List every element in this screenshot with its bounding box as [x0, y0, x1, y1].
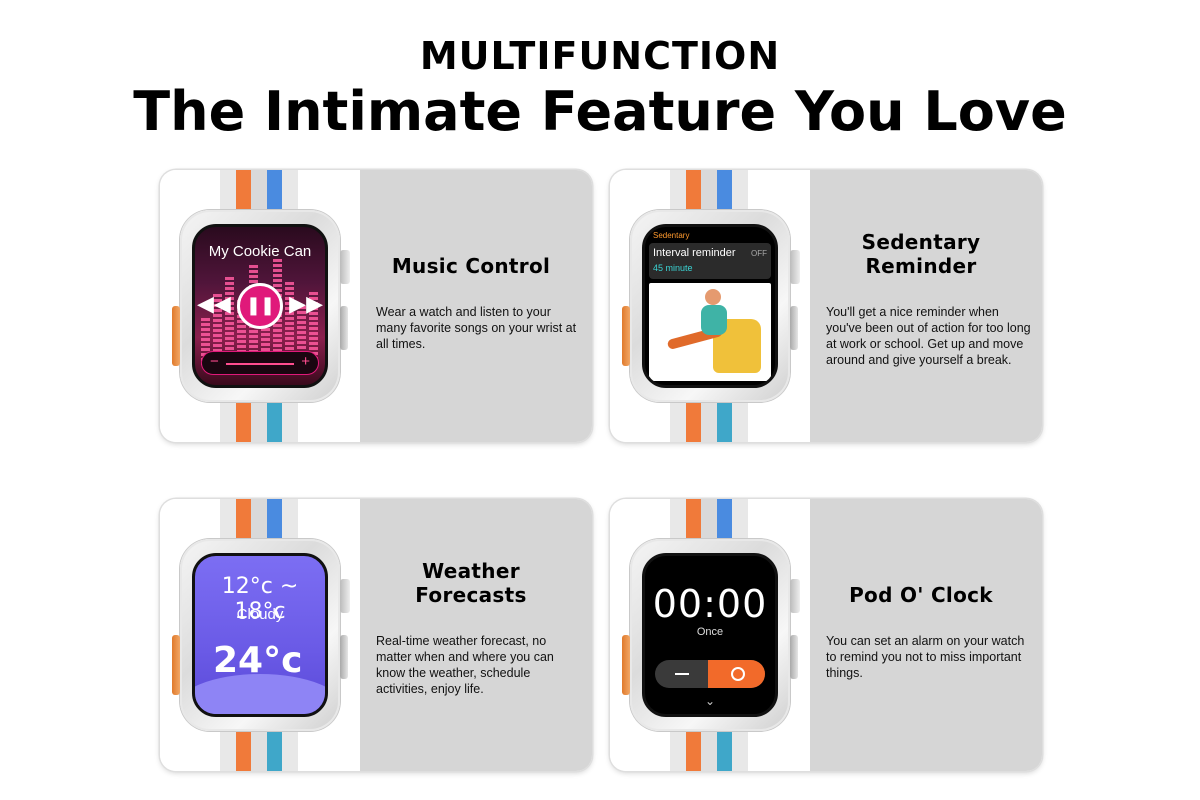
song-title: My Cookie Can [208, 243, 312, 260]
weather-condition: Cloudy [236, 606, 284, 623]
weather-screen: 12°c ~ 18°c Cloudy 24°c [192, 553, 328, 717]
watch-crown [790, 579, 800, 613]
watch-case: 12°c ~ 18°c Cloudy 24°c [172, 539, 350, 731]
feature-description: Wear a watch and listen to your many fav… [376, 305, 577, 351]
setting-state: OFF [751, 249, 767, 258]
volume-up-icon: + [301, 353, 310, 370]
feature-text-panel: Music Control Wear a watch and listen to… [360, 170, 592, 442]
feature-text-panel: Weather Forecasts Real-time weather fore… [360, 499, 592, 771]
watch-action-button [622, 306, 630, 366]
watch-case: 00:00 Once ⌄ [622, 539, 800, 731]
volume-control: − + [201, 351, 319, 375]
watch-crown [340, 579, 350, 613]
watch-crown [790, 250, 800, 284]
watch-case: Sedentary Interval reminder OFF 45 minut… [622, 210, 800, 402]
music-screen: My Cookie Can ◀◀ ❚❚ ▶▶ − + [192, 224, 328, 388]
watch-crown [340, 250, 350, 284]
alarm-toggle [655, 660, 765, 688]
watch-image-weather: 12°c ~ 18°c Cloudy 24°c [160, 499, 360, 771]
page-kicker: MULTIFUNCTION [419, 34, 781, 78]
watch-image-music: My Cookie Can ◀◀ ❚❚ ▶▶ − + [160, 170, 360, 442]
alarm-screen: 00:00 Once ⌄ [642, 553, 778, 717]
feature-text-panel: Sedentary Reminder You'll get a nice rem… [810, 170, 1042, 442]
watch-side-button [340, 306, 348, 350]
minus-icon [675, 673, 689, 675]
feature-description: Real-time weather forecast, no matter wh… [376, 634, 554, 696]
volume-down-icon: − [210, 353, 219, 370]
sitting-person-illustration [649, 283, 771, 381]
watch-side-button [790, 306, 798, 350]
circle-icon [731, 667, 745, 681]
feature-title: Weather Forecasts [415, 559, 527, 607]
feature-description: You can set an alarm on your watch to re… [826, 634, 1025, 680]
watch-action-button [622, 635, 630, 695]
page-title: The Intimate Feature You Love [133, 80, 1067, 143]
previous-track-icon: ◀◀ [197, 291, 231, 316]
setting-label: Interval reminder [653, 247, 736, 259]
feature-card-music: My Cookie Can ◀◀ ❚❚ ▶▶ − + Music Control… [160, 170, 592, 442]
sedentary-screen: Sedentary Interval reminder OFF 45 minut… [642, 224, 778, 388]
chevron-down-icon: ⌄ [704, 694, 716, 708]
feature-text-panel: Pod O' Clock You can set an alarm on you… [810, 499, 1042, 771]
feature-title: Pod O' Clock [849, 583, 993, 607]
reminder-setting-row: Interval reminder OFF 45 minute [649, 243, 771, 279]
current-temperature: 24°c [213, 640, 303, 681]
watch-side-button [340, 635, 348, 679]
feature-card-alarm: 00:00 Once ⌄ Pod O' Clock You can set an… [610, 499, 1042, 771]
pause-icon: ❚❚ [237, 283, 283, 329]
alarm-time: 00:00 [652, 582, 768, 626]
alarm-repeat: Once [696, 626, 724, 638]
setting-value: 45 minute [653, 263, 693, 273]
watch-image-alarm: 00:00 Once ⌄ [610, 499, 810, 771]
feature-description: You'll get a nice reminder when you've b… [826, 305, 1031, 367]
volume-track [226, 363, 294, 365]
feature-title: Sedentary Reminder [861, 230, 981, 278]
watch-action-button [172, 306, 180, 366]
feature-card-sedentary: Sedentary Interval reminder OFF 45 minut… [610, 170, 1042, 442]
screen-header: Sedentary [653, 231, 690, 240]
watch-case: My Cookie Can ◀◀ ❚❚ ▶▶ − + [172, 210, 350, 402]
feature-title: Music Control [391, 254, 551, 278]
watch-action-button [172, 635, 180, 695]
next-track-icon: ▶▶ [289, 291, 323, 316]
feature-card-weather: 12°c ~ 18°c Cloudy 24°c Weather Forecast… [160, 499, 592, 771]
watch-image-sedentary: Sedentary Interval reminder OFF 45 minut… [610, 170, 810, 442]
watch-side-button [790, 635, 798, 679]
